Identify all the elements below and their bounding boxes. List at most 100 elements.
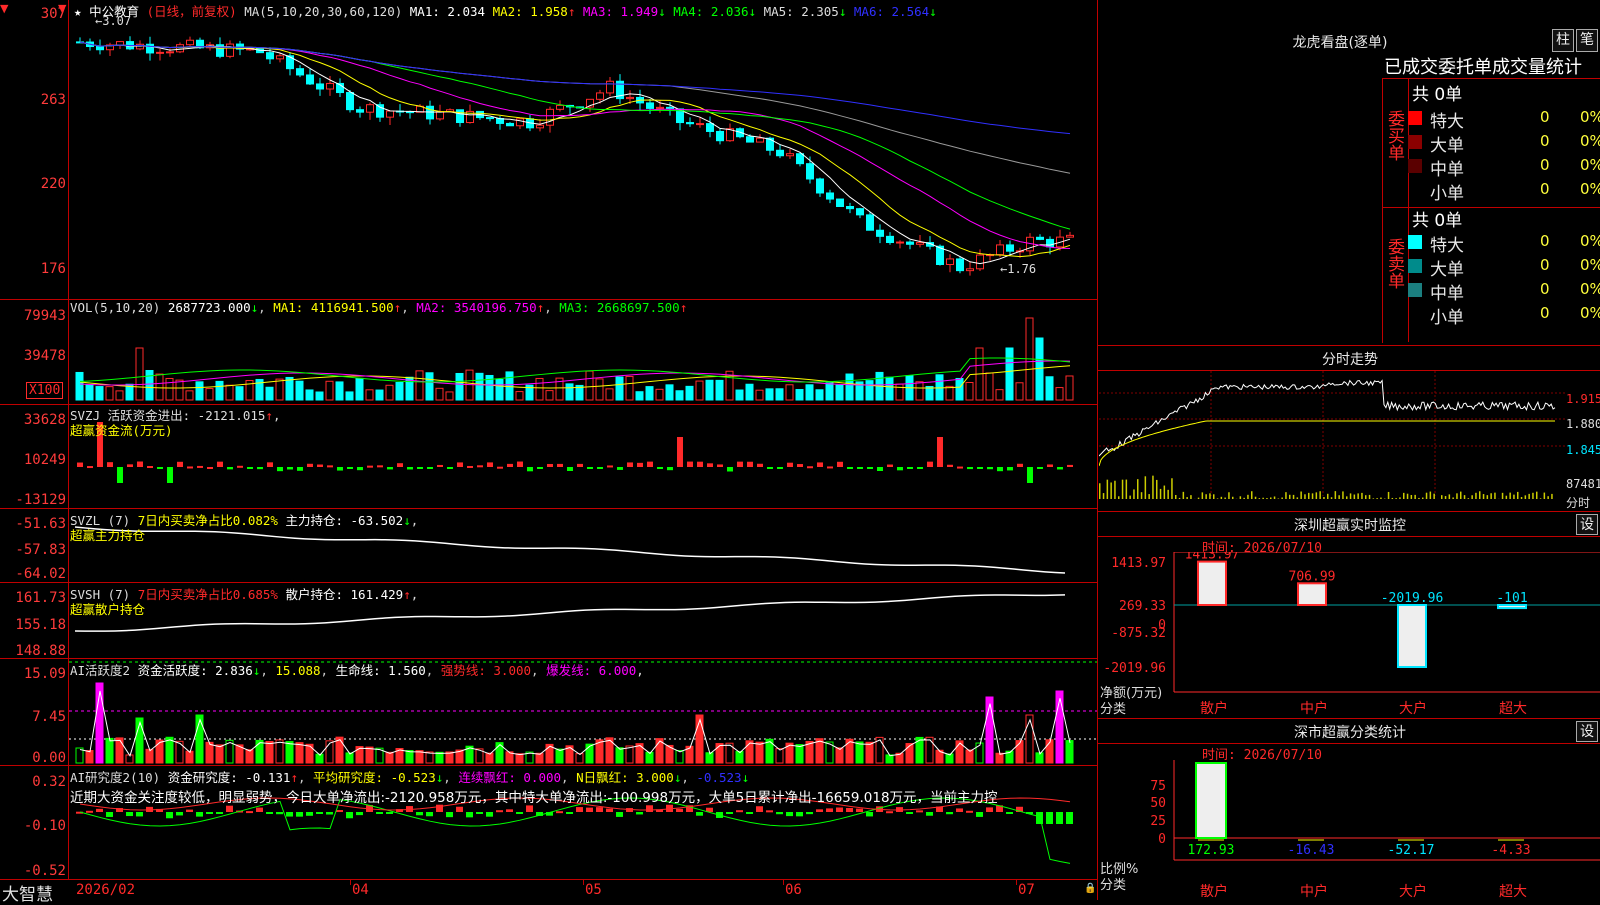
activity-bar [146, 749, 153, 763]
volume-pane[interactable] [69, 300, 1097, 404]
star-icon[interactable]: ★ [74, 4, 82, 19]
intraday-vol-bar [1509, 493, 1511, 499]
sell-row-s[interactable]: 小单 0 0% [1408, 302, 1600, 326]
activity-bar [756, 742, 763, 763]
intraday-vol-bar [1308, 493, 1310, 499]
research-bar [306, 812, 313, 816]
buy-xl-swatch [1408, 111, 1422, 125]
sell-row-xl[interactable]: 特大 0 0% [1408, 230, 1600, 254]
research-summary-text: 近期大资金关注度较低，明显弱势，今日大单净流出:-2120.958万元，其中特大… [70, 786, 1096, 806]
buy-m-pct: 0% [1580, 156, 1600, 174]
volume-bar [236, 387, 243, 400]
cls-ytick: 75 [1150, 779, 1166, 794]
research-bar [1006, 812, 1013, 814]
volume-bar [166, 378, 173, 400]
candle-body [1067, 235, 1074, 237]
menu-marker-icon[interactable]: ▼ [0, 2, 8, 15]
intraday-vol-bar [1103, 493, 1105, 499]
intraday-vol-bar [1422, 498, 1424, 499]
tick-mode-button[interactable]: 笔 [1576, 29, 1598, 52]
fund-flow-bar [897, 467, 903, 470]
volume-bar [676, 391, 683, 400]
fund-flow-bar [627, 462, 633, 467]
ma-line-30 [80, 42, 1070, 229]
svzj-ytick-3: -13129 [0, 492, 66, 508]
intraday-vol-bar [1426, 493, 1428, 499]
intraday-vol-bar [1266, 498, 1268, 499]
research-bar [476, 812, 483, 814]
intraday-vol-bar [1445, 496, 1447, 499]
bar-mode-button[interactable]: 柱 [1552, 29, 1574, 52]
intraday-vol-bar [1145, 476, 1147, 499]
sell-row-l[interactable]: 大单 0 0% [1408, 254, 1600, 278]
fund-flow-bar [357, 467, 363, 470]
main-chart-pane[interactable] [69, 0, 1097, 299]
cls-value-label: -52.17 [1388, 843, 1435, 858]
fund-flow-bar [277, 467, 283, 471]
brand-label[interactable]: 大智慧 [2, 880, 53, 905]
buy-row-s[interactable]: 小单 0 0% [1408, 178, 1600, 202]
fund-flow-bar [747, 462, 753, 467]
fund-flow-bar [177, 462, 183, 467]
research-bar [1056, 812, 1063, 824]
fund-flow-bar [337, 467, 343, 471]
buy-row-xl[interactable]: 特大 0 0% [1408, 106, 1600, 130]
intraday-vol-bar [1285, 492, 1287, 499]
research-bar [286, 812, 293, 817]
research-avg-arrow: ↓ [436, 770, 444, 785]
sz-settings-button[interactable]: 设 [1576, 514, 1598, 535]
activity-bar [346, 753, 353, 763]
volume-bar [346, 392, 353, 400]
buy-total: 共 0单 [1412, 80, 1462, 105]
ma3-arrow: ↓ [658, 4, 666, 19]
menu-marker-icon-2[interactable]: ▼ [58, 2, 66, 15]
ai-ytick-1: 15.09 [0, 666, 66, 682]
activity-bar [536, 753, 543, 763]
cls-settings-button[interactable]: 设 [1576, 721, 1598, 742]
svsh-ytick-1: 161.73 [0, 590, 66, 606]
research-bar [126, 812, 133, 816]
research-bar [976, 812, 983, 817]
research-bar [696, 812, 703, 816]
activity-bar [206, 742, 213, 763]
vol-ma2-arrow: ↑ [537, 300, 545, 315]
intraday-chart[interactable] [1099, 371, 1565, 511]
volume-bar [896, 384, 903, 400]
period-label[interactable]: (日线，前复权) [147, 4, 237, 19]
cls-ytick: 50 [1150, 796, 1166, 811]
research-bar [206, 812, 213, 814]
volume-bar [216, 381, 223, 400]
volume-bar [286, 377, 293, 400]
fund-flow-bar [457, 462, 463, 467]
volume-bar [186, 391, 193, 400]
fund-flow-bar [1067, 465, 1073, 467]
activity-bar [846, 739, 853, 763]
buy-row-l[interactable]: 大单 0 0% [1408, 130, 1600, 154]
research-bar [326, 812, 333, 815]
volume-bar [596, 379, 603, 400]
sell-row-m[interactable]: 中单 0 0% [1408, 278, 1600, 302]
volume-bar [146, 370, 153, 400]
svzl-subtitle: 超赢主力持仓 [70, 525, 145, 544]
volume-bar [656, 389, 663, 400]
intraday-vol-bar [1373, 498, 1375, 499]
research-bar [926, 812, 933, 816]
sz-bar-label: -101 [1496, 591, 1527, 606]
svsh-comma: , [411, 587, 419, 602]
fund-flow-bar [837, 462, 843, 467]
vol-unit-button[interactable]: X100 [26, 382, 63, 399]
intraday-title[interactable]: 分时走势 [1300, 349, 1400, 369]
research-bar [196, 812, 203, 817]
sz-cat-2: 中户 [1300, 698, 1328, 718]
sz-chart-svg: 1413.97269.330-875.32-2019.961413.97706.… [1098, 552, 1600, 714]
buy-m-count: 0 [1540, 156, 1550, 174]
volume-bar [796, 390, 803, 400]
candle-body [607, 81, 614, 93]
buy-row-m[interactable]: 中单 0 0% [1408, 154, 1600, 178]
volume-bar [206, 389, 213, 400]
svzl-ytick-3: -64.02 [0, 566, 66, 582]
intraday-vol-bar [1259, 498, 1261, 499]
research-bar [246, 811, 253, 813]
ma-line-10 [80, 42, 1070, 257]
volume-bar [416, 371, 423, 400]
